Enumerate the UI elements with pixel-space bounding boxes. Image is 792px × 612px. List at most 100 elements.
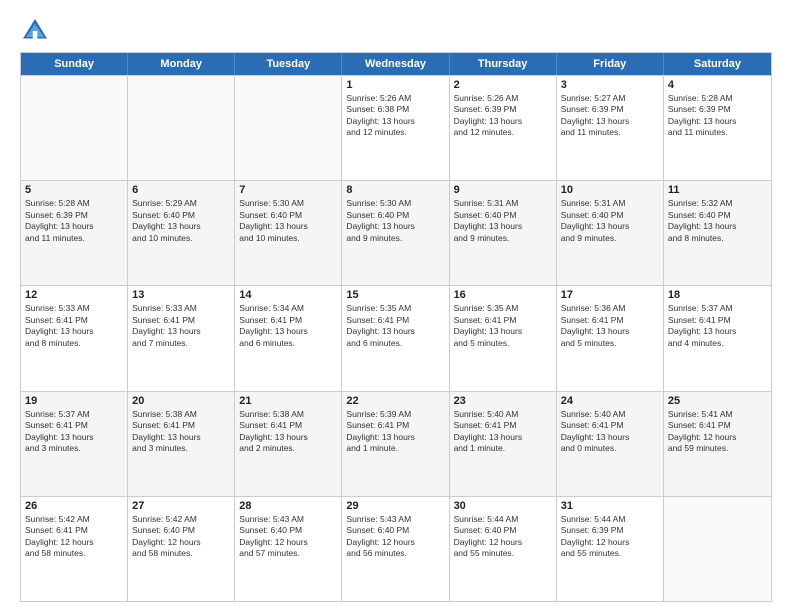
day-number: 16: [454, 289, 552, 301]
calendar-day: 31 Sunrise: 5:44 AM Sunset: 6:39 PM Dayli…: [557, 497, 664, 601]
day-info: Sunrise: 5:28 AM Sunset: 6:39 PM Dayligh…: [25, 198, 123, 244]
day-info: Sunrise: 5:30 AM Sunset: 6:40 PM Dayligh…: [239, 198, 337, 244]
calendar-day: 23Sunrise: 5:40 AM Sunset: 6:41 PM Dayli…: [450, 392, 557, 496]
day-info: Sunrise: 5:40 AM Sunset: 6:41 PM Dayligh…: [454, 409, 552, 455]
calendar-day: 13 Sunrise: 5:33 AM Sunset: 6:41 PM Dayli…: [128, 286, 235, 390]
calendar-day: 6 Sunrise: 5:29 AM Sunset: 6:40 PM Daylig…: [128, 181, 235, 285]
day-info: Sunrise: 5:38 AM Sunset: 6:41 PM Dayligh…: [239, 409, 337, 455]
calendar-day: 11 Sunrise: 5:32 AM Sunset: 6:40 PM Dayli…: [664, 181, 771, 285]
calendar-day: 27 Sunrise: 5:42 AM Sunset: 6:40 PM Dayli…: [128, 497, 235, 601]
day-number: 25: [668, 395, 767, 407]
week-row: 5 Sunrise: 5:28 AM Sunset: 6:39 PM Daylig…: [21, 180, 771, 285]
day-info: Sunrise: 5:37 AM Sunset: 6:41 PM Dayligh…: [25, 409, 123, 455]
day-header: Monday: [128, 53, 235, 75]
day-number: 27: [132, 500, 230, 512]
day-number: 11: [668, 184, 767, 196]
day-number: 21: [239, 395, 337, 407]
logo: [20, 16, 54, 46]
calendar-day: 3 Sunrise: 5:27 AM Sunset: 6:39 PM Daylig…: [557, 76, 664, 180]
day-number: 10: [561, 184, 659, 196]
week-row: 26Sunrise: 5:42 AM Sunset: 6:41 PM Dayli…: [21, 496, 771, 601]
day-number: 13: [132, 289, 230, 301]
day-info: Sunrise: 5:35 AM Sunset: 6:41 PM Dayligh…: [346, 303, 444, 349]
day-number: 18: [668, 289, 767, 301]
day-number: 8: [346, 184, 444, 196]
day-number: 17: [561, 289, 659, 301]
day-info: Sunrise: 5:34 AM Sunset: 6:41 PM Dayligh…: [239, 303, 337, 349]
day-info: Sunrise: 5:37 AM Sunset: 6:41 PM Dayligh…: [668, 303, 767, 349]
calendar-day: 16 Sunrise: 5:35 AM Sunset: 6:41 PM Dayli…: [450, 286, 557, 390]
day-info: Sunrise: 5:35 AM Sunset: 6:41 PM Dayligh…: [454, 303, 552, 349]
calendar-day: 2Sunrise: 5:26 AM Sunset: 6:39 PM Daylig…: [450, 76, 557, 180]
day-number: 6: [132, 184, 230, 196]
calendar-day: 9 Sunrise: 5:31 AM Sunset: 6:40 PM Daylig…: [450, 181, 557, 285]
day-info: Sunrise: 5:33 AM Sunset: 6:41 PM Dayligh…: [25, 303, 123, 349]
day-number: 1: [346, 79, 444, 91]
calendar: SundayMondayTuesdayWednesdayThursdayFrid…: [20, 52, 772, 602]
day-number: 2: [454, 79, 552, 91]
calendar-day: 7 Sunrise: 5:30 AM Sunset: 6:40 PM Daylig…: [235, 181, 342, 285]
day-info: Sunrise: 5:36 AM Sunset: 6:41 PM Dayligh…: [561, 303, 659, 349]
calendar-day: 17 Sunrise: 5:36 AM Sunset: 6:41 PM Dayli…: [557, 286, 664, 390]
day-info: Sunrise: 5:28 AM Sunset: 6:39 PM Dayligh…: [668, 93, 767, 139]
day-info: Sunrise: 5:44 AM Sunset: 6:39 PM Dayligh…: [561, 514, 659, 560]
day-info: Sunrise: 5:33 AM Sunset: 6:41 PM Dayligh…: [132, 303, 230, 349]
week-row: 1 Sunrise: 5:26 AM Sunset: 6:38 PM Daylig…: [21, 75, 771, 180]
day-number: 31: [561, 500, 659, 512]
day-number: 14: [239, 289, 337, 301]
day-headers: SundayMondayTuesdayWednesdayThursdayFrid…: [21, 53, 771, 75]
day-info: Sunrise: 5:26 AM Sunset: 6:38 PM Dayligh…: [346, 93, 444, 139]
day-info: Sunrise: 5:27 AM Sunset: 6:39 PM Dayligh…: [561, 93, 659, 139]
calendar-day: 12 Sunrise: 5:33 AM Sunset: 6:41 PM Dayli…: [21, 286, 128, 390]
day-info: Sunrise: 5:30 AM Sunset: 6:40 PM Dayligh…: [346, 198, 444, 244]
weeks: 1 Sunrise: 5:26 AM Sunset: 6:38 PM Daylig…: [21, 75, 771, 601]
day-number: 7: [239, 184, 337, 196]
day-info: Sunrise: 5:43 AM Sunset: 6:40 PM Dayligh…: [346, 514, 444, 560]
day-info: Sunrise: 5:42 AM Sunset: 6:40 PM Dayligh…: [132, 514, 230, 560]
header: [20, 16, 772, 46]
empty-day: [664, 497, 771, 601]
day-number: 9: [454, 184, 552, 196]
day-info: Sunrise: 5:32 AM Sunset: 6:40 PM Dayligh…: [668, 198, 767, 244]
day-number: 30: [454, 500, 552, 512]
calendar-day: 15Sunrise: 5:35 AM Sunset: 6:41 PM Dayli…: [342, 286, 449, 390]
calendar-day: 1 Sunrise: 5:26 AM Sunset: 6:38 PM Daylig…: [342, 76, 449, 180]
empty-day: [235, 76, 342, 180]
calendar-day: 5 Sunrise: 5:28 AM Sunset: 6:39 PM Daylig…: [21, 181, 128, 285]
calendar-day: 22Sunrise: 5:39 AM Sunset: 6:41 PM Dayli…: [342, 392, 449, 496]
day-header: Tuesday: [235, 53, 342, 75]
calendar-day: 4 Sunrise: 5:28 AM Sunset: 6:39 PM Daylig…: [664, 76, 771, 180]
day-header: Sunday: [21, 53, 128, 75]
calendar-day: 10 Sunrise: 5:31 AM Sunset: 6:40 PM Dayli…: [557, 181, 664, 285]
day-info: Sunrise: 5:44 AM Sunset: 6:40 PM Dayligh…: [454, 514, 552, 560]
day-number: 29: [346, 500, 444, 512]
calendar-day: 20 Sunrise: 5:38 AM Sunset: 6:41 PM Dayli…: [128, 392, 235, 496]
day-number: 20: [132, 395, 230, 407]
week-row: 12 Sunrise: 5:33 AM Sunset: 6:41 PM Dayli…: [21, 285, 771, 390]
empty-day: [128, 76, 235, 180]
calendar-day: 18 Sunrise: 5:37 AM Sunset: 6:41 PM Dayli…: [664, 286, 771, 390]
day-number: 19: [25, 395, 123, 407]
empty-day: [21, 76, 128, 180]
day-info: Sunrise: 5:29 AM Sunset: 6:40 PM Dayligh…: [132, 198, 230, 244]
day-number: 3: [561, 79, 659, 91]
page: SundayMondayTuesdayWednesdayThursdayFrid…: [0, 0, 792, 612]
day-info: Sunrise: 5:38 AM Sunset: 6:41 PM Dayligh…: [132, 409, 230, 455]
calendar-day: 14 Sunrise: 5:34 AM Sunset: 6:41 PM Dayli…: [235, 286, 342, 390]
day-header: Friday: [557, 53, 664, 75]
day-info: Sunrise: 5:31 AM Sunset: 6:40 PM Dayligh…: [454, 198, 552, 244]
calendar-day: 29 Sunrise: 5:43 AM Sunset: 6:40 PM Dayli…: [342, 497, 449, 601]
day-number: 5: [25, 184, 123, 196]
day-number: 12: [25, 289, 123, 301]
day-info: Sunrise: 5:31 AM Sunset: 6:40 PM Dayligh…: [561, 198, 659, 244]
calendar-day: 28Sunrise: 5:43 AM Sunset: 6:40 PM Dayli…: [235, 497, 342, 601]
calendar-day: 24Sunrise: 5:40 AM Sunset: 6:41 PM Dayli…: [557, 392, 664, 496]
calendar-day: 26Sunrise: 5:42 AM Sunset: 6:41 PM Dayli…: [21, 497, 128, 601]
calendar-day: 21 Sunrise: 5:38 AM Sunset: 6:41 PM Dayli…: [235, 392, 342, 496]
day-number: 24: [561, 395, 659, 407]
calendar-day: 30 Sunrise: 5:44 AM Sunset: 6:40 PM Dayli…: [450, 497, 557, 601]
day-header: Wednesday: [342, 53, 449, 75]
day-number: 26: [25, 500, 123, 512]
day-header: Thursday: [450, 53, 557, 75]
day-number: 4: [668, 79, 767, 91]
